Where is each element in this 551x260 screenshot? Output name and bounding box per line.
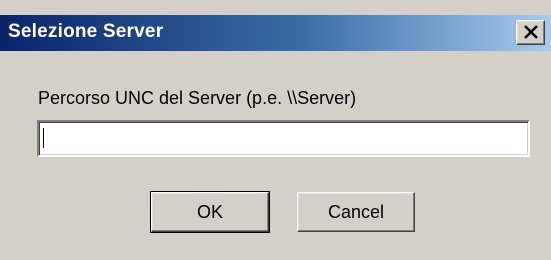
cancel-button[interactable]: Cancel (297, 192, 415, 232)
ok-button[interactable]: OK (150, 191, 270, 233)
title-bar[interactable]: Selezione Server (0, 15, 551, 51)
server-path-input[interactable] (37, 120, 530, 157)
close-button[interactable] (516, 20, 545, 45)
selection-dialog: Selezione Server Percorso UNC del Server… (0, 0, 551, 260)
window-title: Selezione Server (8, 21, 164, 42)
close-icon (524, 25, 538, 39)
server-path-label: Percorso UNC del Server (p.e. \\Server) (38, 88, 357, 108)
text-caret (43, 128, 44, 148)
